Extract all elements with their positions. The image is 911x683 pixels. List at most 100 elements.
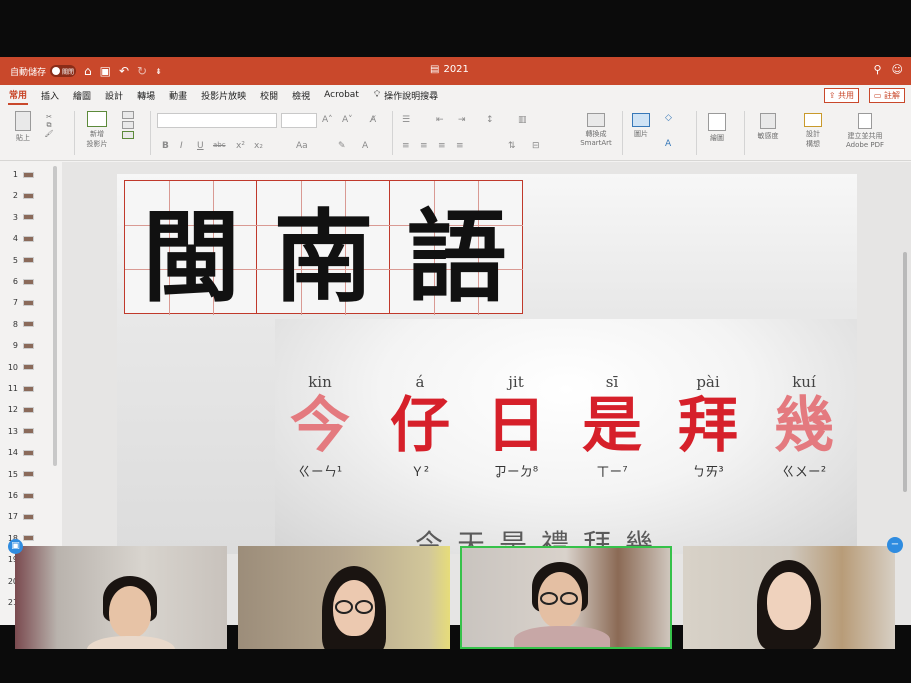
slide-thumbnail[interactable]: 10 xyxy=(0,357,62,378)
tab-animations[interactable]: 動畫 xyxy=(168,87,188,104)
indent-icon[interactable]: ⇤ xyxy=(436,115,444,125)
share-screen-icon[interactable]: ▣ xyxy=(8,539,23,554)
slide-thumbnail[interactable]: 2 xyxy=(0,185,62,206)
title-cell[interactable]: 南 xyxy=(257,180,390,316)
shapes-icon[interactable]: ◇ xyxy=(665,113,672,123)
video-tile[interactable] xyxy=(683,546,895,649)
slide-thumbnail[interactable]: 11 xyxy=(0,378,62,399)
drawing-button[interactable]: 繪圖 xyxy=(702,113,732,143)
tab-review[interactable]: 校閱 xyxy=(259,87,279,104)
slide[interactable]: 閩 南 語 kin 今 ㄍㄧㄣ¹ á 仔 Ｙ² jit 日 ㆡㄧㄉ⁸ sī 是 … xyxy=(117,174,857,554)
title-cell[interactable]: 語 xyxy=(390,180,523,316)
title-cell[interactable]: 閩 xyxy=(124,180,258,316)
phrase-image[interactable]: kin 今 ㄍㄧㄣ¹ á 仔 Ｙ² jit 日 ㆡㄧㄉ⁸ sī 是 ㄒㄧ⁷ pà… xyxy=(275,319,857,554)
autosave-control[interactable]: 自動儲存 關閉 xyxy=(10,65,77,78)
textbox-icon[interactable]: A xyxy=(665,139,671,149)
underline-button[interactable]: U xyxy=(197,141,204,151)
slide-number: 15 xyxy=(7,469,18,479)
minimize-icon[interactable]: − xyxy=(887,537,903,553)
tab-slideshow[interactable]: 投影片放映 xyxy=(200,87,247,104)
slide-thumbnail[interactable]: 4 xyxy=(0,228,62,249)
subscript-button[interactable]: x₂ xyxy=(254,141,263,151)
slide-number: 5 xyxy=(12,255,18,265)
font-size-dropdown[interactable] xyxy=(281,113,317,128)
slide-number: 12 xyxy=(7,405,18,415)
slide-thumbnail[interactable]: 5 xyxy=(0,250,62,271)
participant-face xyxy=(767,572,811,630)
home-icon[interactable]: ⌂ xyxy=(84,64,92,78)
slide-number: 2 xyxy=(12,191,18,201)
tab-acrobat[interactable]: Acrobat xyxy=(323,88,360,102)
search-icon[interactable]: ⚲ xyxy=(873,63,881,76)
comment-button[interactable]: ▭ 註解 xyxy=(868,88,905,103)
strikethrough-button[interactable]: abc xyxy=(213,141,226,149)
columns-icon[interactable]: ▥ xyxy=(518,115,527,125)
video-tile[interactable] xyxy=(238,546,450,649)
slide-thumbnail-image xyxy=(23,299,34,306)
paste-button[interactable]: 貼上 xyxy=(10,111,36,143)
slide-thumbnail[interactable]: 16 xyxy=(0,485,62,506)
outdent-icon[interactable]: ⇥ xyxy=(458,115,466,125)
clear-format-icon[interactable]: A̸ xyxy=(370,115,376,125)
video-tile-active-speaker[interactable] xyxy=(460,546,672,649)
tell-me-search[interactable]: 💡︎ 操作說明搜尋 xyxy=(374,89,438,102)
layout-buttons[interactable] xyxy=(118,111,138,141)
font-color-icon[interactable]: A xyxy=(362,141,368,151)
slide-thumbnail[interactable]: 7 xyxy=(0,292,62,313)
change-case-button[interactable]: Aa xyxy=(296,141,308,151)
font-name-dropdown[interactable] xyxy=(157,113,277,128)
redo-icon[interactable]: ↻ xyxy=(137,64,147,78)
tab-draw[interactable]: 繪圖 xyxy=(72,87,92,104)
format-painter-icon: 🖌︎ xyxy=(44,130,54,138)
bold-button[interactable]: B xyxy=(162,141,169,151)
phrase-syllable: kin 今 ㄍㄧㄣ¹ xyxy=(275,373,365,480)
slide-thumbnail[interactable]: 3 xyxy=(0,207,62,228)
undo-icon[interactable]: ↶ xyxy=(119,64,129,78)
highlight-icon[interactable]: ✎ xyxy=(338,141,346,151)
bullets-icon[interactable]: ☰ xyxy=(402,115,410,125)
picture-button[interactable]: 圖片 xyxy=(628,113,654,139)
grow-font-icon[interactable]: A˄ xyxy=(322,115,333,125)
slide-number: 3 xyxy=(12,212,18,222)
align-left-icon[interactable]: ≡ xyxy=(402,141,410,151)
shrink-font-icon[interactable]: A˅ xyxy=(342,115,353,125)
tab-design[interactable]: 設計 xyxy=(104,87,124,104)
person-icon[interactable]: ☺ xyxy=(892,63,903,76)
cut-copy-group[interactable]: ✂ ⧉ 🖌︎ xyxy=(42,113,56,138)
slide-thumbnail[interactable]: 8 xyxy=(0,314,62,335)
italic-button[interactable]: I xyxy=(180,141,183,151)
slide-thumbnail[interactable]: 12 xyxy=(0,399,62,420)
slide-thumbnail[interactable]: 15 xyxy=(0,464,62,485)
canvas-scrollbar[interactable] xyxy=(903,252,907,492)
tab-view[interactable]: 檢視 xyxy=(291,87,311,104)
slide-thumbnail-image xyxy=(23,492,34,499)
convert-smartart-button[interactable]: 轉換成 SmartArt xyxy=(574,113,618,147)
align-right-icon[interactable]: ≡ xyxy=(438,141,446,151)
tab-insert[interactable]: 插入 xyxy=(40,87,60,104)
new-slide-icon xyxy=(87,111,107,127)
zhuyin-label: ㄍㄧㄣ¹ xyxy=(297,465,343,480)
tab-home[interactable]: 常用 xyxy=(8,86,29,105)
slide-thumbnail[interactable]: 17 xyxy=(0,506,62,527)
slide-thumbnail[interactable]: 1 xyxy=(0,164,62,185)
tab-transitions[interactable]: 轉場 xyxy=(136,87,156,104)
sensitivity-button[interactable]: 敏感度 xyxy=(752,113,784,141)
customize-icon[interactable]: ⇟ xyxy=(155,67,162,76)
align-center-icon[interactable]: ≡ xyxy=(420,141,428,151)
text-direction-icon[interactable]: ⇅ xyxy=(508,141,516,151)
slide-thumbnail[interactable]: 14 xyxy=(0,442,62,463)
slide-thumbnail[interactable]: 6 xyxy=(0,271,62,292)
align-text-icon[interactable]: ⊟ xyxy=(532,141,540,151)
create-pdf-button[interactable]: 建立並共用 Adobe PDF xyxy=(840,113,890,149)
new-slide-button[interactable]: 新增 投影片 xyxy=(80,111,114,149)
superscript-button[interactable]: x² xyxy=(236,141,245,151)
slide-thumbnail[interactable]: 9 xyxy=(0,335,62,356)
designer-button[interactable]: 設計 構想 xyxy=(798,113,828,149)
line-spacing-icon[interactable]: ↕ xyxy=(486,115,494,125)
video-tile[interactable] xyxy=(15,546,227,649)
share-button[interactable]: ⇪ 共用 xyxy=(823,88,859,103)
save-icon[interactable]: ▣ xyxy=(100,64,111,78)
autosave-toggle[interactable]: 關閉 xyxy=(50,65,77,77)
justify-icon[interactable]: ≡ xyxy=(456,141,464,151)
slide-thumbnail[interactable]: 13 xyxy=(0,421,62,442)
